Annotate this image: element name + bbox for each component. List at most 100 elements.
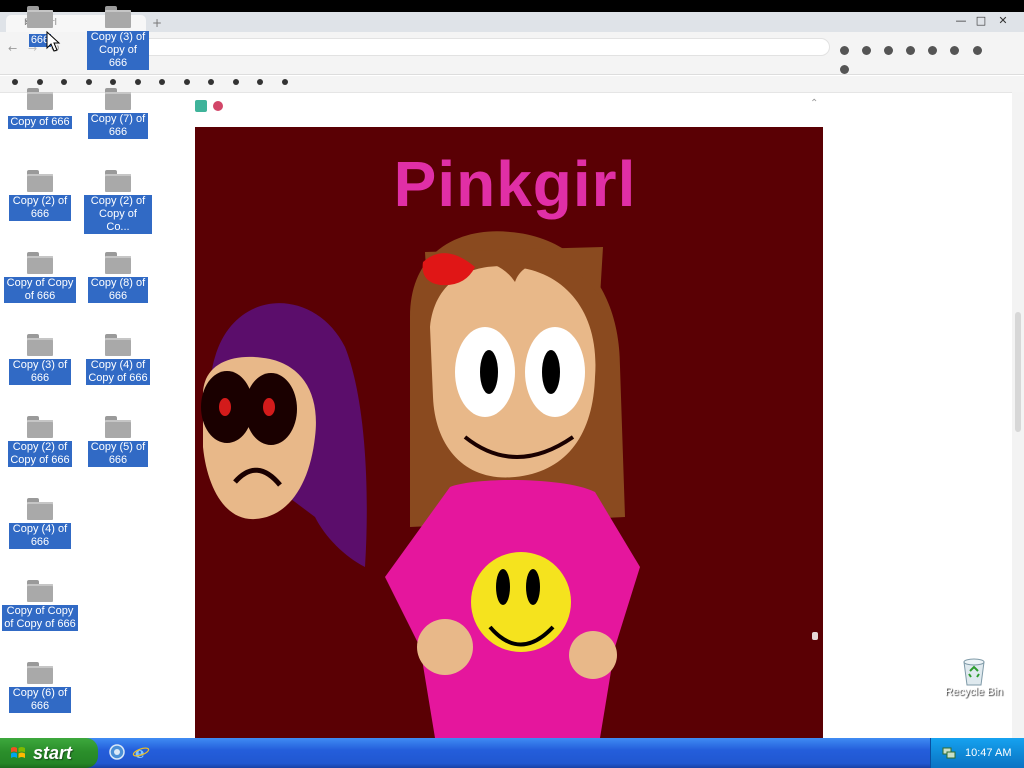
bookmark-item[interactable] [282, 78, 292, 87]
desktop-folder[interactable]: Copy of Copy of 666 [0, 252, 80, 303]
clock[interactable]: 10:47 AM [965, 738, 1011, 768]
maximize-button[interactable]: □ [972, 14, 990, 28]
site-badge-icon[interactable] [213, 101, 223, 111]
desktop-folder[interactable]: Copy (2) of Copy of Co... [78, 170, 158, 234]
folder-icon [105, 170, 131, 192]
bookmark-item[interactable] [86, 78, 96, 87]
extension-icon[interactable] [906, 46, 916, 55]
internet-explorer-icon[interactable]: e [132, 743, 150, 762]
extension-icon[interactable] [928, 46, 938, 55]
desktop-folder-label: Copy (6) of 666 [9, 687, 71, 713]
desktop-folder-label: Copy (5) of 666 [88, 441, 148, 467]
pinkgirl-drawing [201, 231, 640, 738]
minimize-button[interactable]: — [952, 14, 970, 28]
desktop-folder[interactable]: Copy (3) of 666 [0, 334, 80, 385]
smiley-right-eye [526, 569, 540, 605]
folder-icon [27, 6, 53, 28]
desktop-folder-label: Copy (2) of Copy of 666 [8, 441, 72, 467]
desktop-folder[interactable]: 666 [0, 6, 80, 47]
desktop-folder[interactable]: Copy (2) of Copy of 666 [0, 416, 80, 467]
desktop-folder[interactable]: Copy (6) of 666 [0, 662, 80, 713]
bookmark-item[interactable] [110, 78, 120, 87]
address-bar[interactable] [90, 38, 830, 56]
desktop-folder-label: Copy (7) of 666 [88, 113, 148, 139]
folder-icon [105, 88, 131, 110]
desktop-folder-label: Copy of Copy of Copy of 666 [2, 605, 78, 631]
folder-icon [27, 498, 53, 520]
desktop-folder[interactable]: Copy of 666 [0, 88, 80, 129]
video-player[interactable]: Pinkgirl [195, 127, 823, 738]
desktop-folder-label: Copy of 666 [8, 116, 72, 129]
menu-dots-icon[interactable] [840, 65, 849, 74]
smiley-face [471, 552, 571, 652]
bookmark-item[interactable] [233, 78, 243, 87]
desktop-folder-label: Copy (3) of 666 [9, 359, 71, 385]
scrollbar-thumb[interactable] [1015, 312, 1021, 432]
bookmark-item[interactable] [159, 78, 169, 87]
desktop-folder[interactable]: Copy (7) of 666 [78, 88, 158, 139]
desktop-folder[interactable]: Copy (4) of Copy of 666 [78, 334, 158, 385]
desktop-folder-label: Copy of Copy of 666 [4, 277, 76, 303]
bookmark-item[interactable] [184, 78, 194, 87]
extension-icon[interactable] [972, 46, 982, 55]
desktop-folder[interactable]: Copy (8) of 666 [78, 252, 158, 303]
folder-icon [27, 334, 53, 356]
bookmark-item[interactable] [61, 78, 71, 87]
desktop-folder[interactable]: Copy of Copy of Copy of 666 [0, 580, 80, 631]
extension-icon[interactable] [950, 46, 960, 55]
start-label: start [33, 743, 73, 763]
desktop-folder-label: Copy (4) of Copy of 666 [86, 359, 150, 385]
vertical-scrollbar[interactable] [1012, 92, 1024, 738]
folder-icon [27, 662, 53, 684]
pinkgirl-right-pupil [542, 350, 560, 394]
bookmark-item[interactable] [37, 78, 47, 87]
left-hand [417, 619, 473, 675]
smiley-left-eye [496, 569, 510, 605]
desktop-folder[interactable]: Copy (5) of 666 [78, 416, 158, 467]
right-hand [569, 631, 617, 679]
mouse-pointer-mark [812, 632, 818, 640]
folder-icon [27, 170, 53, 192]
bookmark-item[interactable] [257, 78, 267, 87]
folder-icon [105, 334, 131, 356]
bookmark-item[interactable] [12, 78, 22, 87]
desktop-folder-label: Copy (8) of 666 [88, 277, 148, 303]
desktop-folder[interactable]: Copy (2) of 666 [0, 170, 80, 221]
mouse-cursor-icon [46, 31, 61, 52]
desktop-folder-label: Copy (2) of Copy of Co... [84, 195, 152, 234]
folder-icon [27, 580, 53, 602]
browser-icon[interactable] [108, 743, 126, 761]
folder-icon [105, 416, 131, 438]
scroll-up-icon[interactable]: ⌃ [810, 98, 818, 109]
folder-icon [27, 252, 53, 274]
recycle-bin-label: Recycle Bin [944, 686, 1004, 698]
folder-icon [27, 88, 53, 110]
bookmark-item[interactable] [208, 78, 218, 87]
start-button[interactable]: start [0, 738, 98, 768]
desktop-folder[interactable]: Copy (4) of 666 [0, 498, 80, 549]
desktop-folder-label: Copy (3) of Copy of 666 [87, 31, 149, 70]
desktop-folder[interactable]: Copy (3) of Copy of 666 [78, 6, 158, 70]
extension-icon[interactable] [884, 46, 894, 55]
desktop-folder-label: Copy (4) of 666 [9, 523, 71, 549]
recycle-bin[interactable]: Recycle Bin [940, 656, 1008, 698]
network-icon[interactable] [941, 745, 957, 761]
extension-icons [840, 40, 1010, 74]
extension-icon[interactable] [840, 46, 849, 55]
bookmark-item[interactable] [135, 78, 145, 87]
folder-icon [105, 6, 131, 28]
system-tray: 10:47 AM [930, 738, 1024, 768]
recycle-bin-icon [963, 658, 985, 686]
page-toolbar [195, 98, 815, 116]
taskbar: start e 10:47 AM [0, 738, 1024, 768]
site-logo-icon[interactable] [195, 100, 207, 112]
svg-text:e: e [135, 744, 145, 761]
folder-icon [105, 252, 131, 274]
folder-icon [27, 416, 53, 438]
desktop-folder-label: Copy (2) of 666 [9, 195, 71, 221]
windows-logo-icon [11, 747, 25, 758]
pinkgirl-left-pupil [480, 350, 498, 394]
ghost-left-pupil [219, 398, 231, 416]
close-window-button[interactable]: ✕ [994, 14, 1012, 28]
extension-icon[interactable] [862, 46, 872, 55]
